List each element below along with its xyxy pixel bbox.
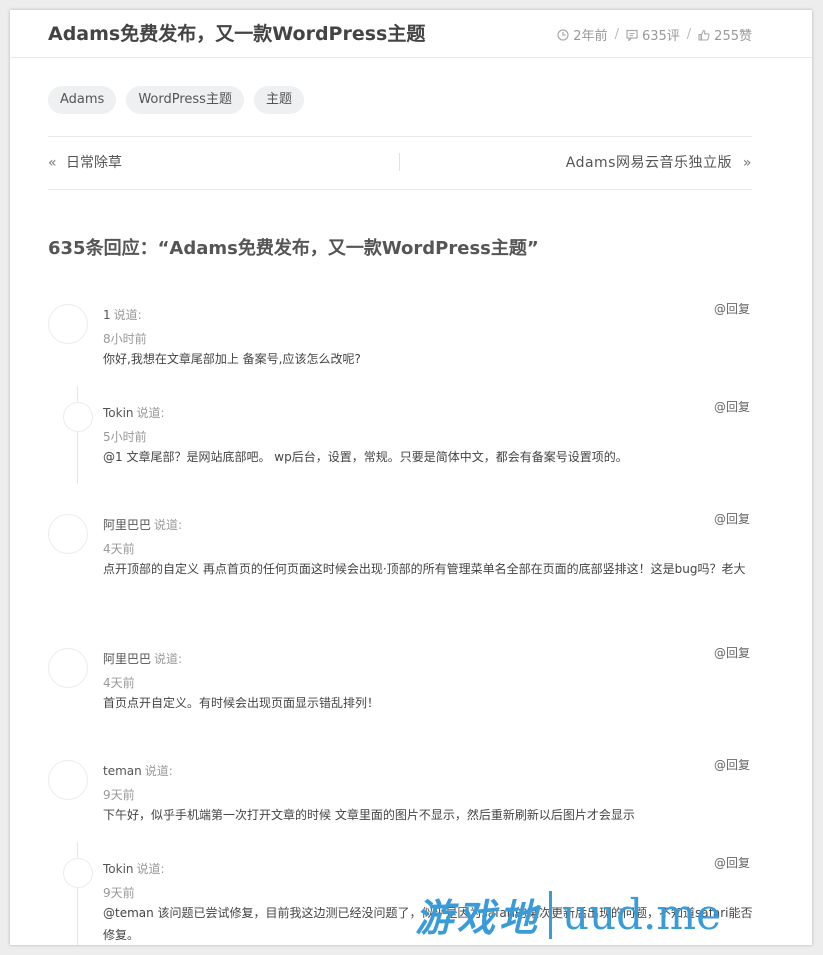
comment-author: Tokin 说道: [103,404,165,421]
comment-text: 点开顶部的自定义 再点首页的任何页面这时候会出现·顶部的所有管理菜单名全部在页面… [103,562,746,576]
comment-text: @1 文章尾部？是网站底部吧。 wp后台，设置，常规。只要是简体中文，都会有备案… [103,450,628,464]
comment-author: Tokin 说道: [103,860,165,877]
comment-author: teman 说道: [103,762,173,779]
avatar [48,760,88,800]
said-label: 说道: [154,518,183,532]
post-time-text: 2年前 [573,29,608,44]
nav-divider [399,153,400,171]
post-header: Adams免费发布，又一款WordPress主题 2年前 / 635评 / 25… [10,10,812,58]
comment-time: 4天前 [103,676,135,690]
watermark-chinese-text: 游戏地 [415,895,542,940]
next-post-link[interactable]: Adams网易云音乐独立版 » [566,152,752,172]
avatar [48,304,88,344]
reply-button[interactable]: @回复 [714,756,750,773]
reply-button[interactable]: @回复 [714,854,750,871]
comment-time: 5小时前 [103,430,147,444]
prev-post-title: 日常除草 [66,155,123,171]
comment-time: 9天前 [103,886,135,900]
post-title: Adams免费发布，又一款WordPress主题 [48,23,426,45]
thread-line [77,386,78,484]
post-comment-count[interactable]: 635评 [626,25,680,44]
reply-button[interactable]: @回复 [714,510,750,527]
post-navigation: « 日常除草 Adams网易云音乐独立版 » [48,136,752,190]
said-label: 说道: [144,764,173,778]
comment-author-name[interactable]: Tokin [103,862,134,876]
comment-author-name[interactable]: 1 [103,308,111,322]
said-label: 说道: [113,308,142,322]
comment-author-name[interactable]: 阿里巴巴 [103,518,151,532]
tag-adams[interactable]: Adams [48,86,117,114]
comment-author-name[interactable]: Tokin [103,406,134,420]
post-card: Adams免费发布，又一款WordPress主题 2年前 / 635评 / 25… [10,10,812,945]
tag-wordpress-theme[interactable]: WordPress主题 [126,86,244,114]
reply-button[interactable]: @回复 [714,398,750,415]
comment-author-name[interactable]: teman [103,764,142,778]
post-like-button[interactable]: 255赞 [698,25,752,44]
prev-arrow-icon: « [48,155,57,171]
next-arrow-icon: » [742,155,752,171]
comment-text: 首页点开自定义。有时候会出现页面显示错乱排列！ [103,696,380,710]
comment-author: 1 说道: [103,306,142,323]
reply-button[interactable]: @回复 [714,300,750,317]
comment-time: 9天前 [103,788,135,802]
comment-time: 4天前 [103,542,135,556]
tag-theme[interactable]: 主题 [253,86,304,114]
said-label: 说道: [136,406,165,420]
avatar [48,648,88,688]
avatar [48,514,88,554]
meta-separator: / [614,27,619,42]
next-post-title: Adams网易云音乐独立版 [565,155,732,171]
said-label: 说道: [136,862,165,876]
post-like-count-text: 255赞 [714,29,752,44]
comment-text: 下午好，似乎手机端第一次打开文章的时候 文章里面的图片不显示，然后重新刷新以后图… [103,808,635,822]
comment-time: 8小时前 [103,332,147,346]
meta-separator: / [686,27,692,42]
post-meta: 2年前 / 635评 / 255赞 [557,25,752,44]
post-tags: Adams WordPress主题 主题 [48,86,314,114]
comment-icon [626,29,638,41]
reply-button[interactable]: @回复 [714,644,750,661]
said-label: 说道: [154,652,183,666]
post-time: 2年前 [557,25,608,44]
comment-author: 阿里巴巴 说道: [103,650,182,667]
watermark-domain-text: uud.me [562,890,722,939]
comments-title: 635条回应：“Adams免费发布，又一款WordPress主题” [48,238,539,259]
watermark-divider [549,890,553,939]
site-watermark: 游戏地 uud.me [415,887,721,942]
avatar [63,402,93,432]
comment-author-name[interactable]: 阿里巴巴 [103,652,151,666]
avatar [63,858,93,888]
prev-post-link[interactable]: « 日常除草 [48,152,122,172]
comment-author: 阿里巴巴 说道: [103,516,182,533]
thumbs-up-icon [698,29,710,41]
post-comment-count-text: 635评 [641,29,680,44]
comment-text: 你好,我想在文章尾部加上 备案号,应该怎么改呢? [103,352,361,366]
clock-icon [557,28,569,41]
